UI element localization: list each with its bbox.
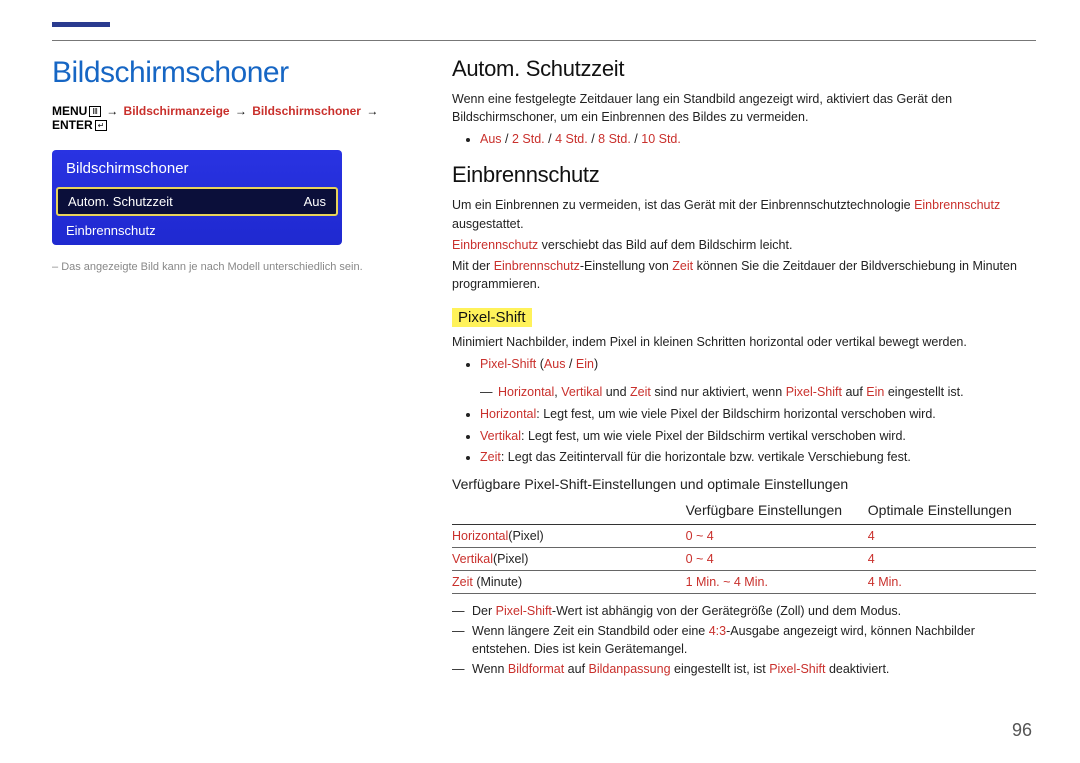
osd-menu: Bildschirmschoner Autom. Schutzzeit Aus … bbox=[52, 150, 342, 245]
page-body: Bildschirmschoner MENUⅢ → Bildschirmanze… bbox=[52, 56, 1036, 733]
table-row: Vertikal(Pixel) 0 ~ 4 4 bbox=[452, 547, 1036, 570]
arrow-icon: → bbox=[364, 104, 380, 118]
header-rule bbox=[52, 40, 1036, 41]
section-heading: Autom. Schutzzeit bbox=[452, 56, 1036, 82]
option-list: Aus / 2 Std. / 4 Std. / 8 Std. / 10 Std. bbox=[480, 130, 1036, 148]
list-item: Zeit: Legt das Zeitintervall für die hor… bbox=[480, 448, 1036, 466]
breadcrumb-item: Bildschirmanzeige bbox=[124, 104, 230, 118]
right-column: Autom. Schutzzeit Wenn eine festgelegte … bbox=[452, 56, 1036, 733]
subsection-highlight: Pixel-Shift bbox=[452, 308, 532, 327]
table-heading: Verfügbare Pixel-Shift-Einstellungen und… bbox=[452, 476, 1036, 492]
option-value: 4 Std. bbox=[555, 132, 588, 146]
osd-menu-item[interactable]: Einbrennschutz bbox=[52, 216, 342, 245]
table-header: Optimale Einstellungen bbox=[868, 498, 1036, 525]
inline-note: Horizontal, Vertikal und Zeit sind nur a… bbox=[452, 383, 1036, 401]
footnote: Wenn Bildformat auf Bildanpassung einges… bbox=[452, 660, 1036, 678]
section-heading: Einbrennschutz bbox=[452, 162, 1036, 188]
arrow-icon: → bbox=[104, 104, 120, 118]
breadcrumb-menu: MENU bbox=[52, 104, 87, 118]
section-paragraph: Minimiert Nachbilder, indem Pixel in kle… bbox=[452, 333, 1036, 351]
section-paragraph: Um ein Einbrennen zu vermeiden, ist das … bbox=[452, 196, 1036, 232]
table-row: Zeit (Minute) 1 Min. ~ 4 Min. 4 Min. bbox=[452, 570, 1036, 593]
left-column: Bildschirmschoner MENUⅢ → Bildschirmanze… bbox=[52, 56, 422, 733]
list-item: Vertikal: Legt fest, um wie viele Pixel … bbox=[480, 427, 1036, 445]
section-paragraph: Wenn eine festgelegte Zeitdauer lang ein… bbox=[452, 90, 1036, 126]
footnote: Wenn längere Zeit ein Standbild oder ein… bbox=[452, 622, 1036, 658]
breadcrumb-enter: ENTER bbox=[52, 118, 93, 132]
header-accent-bar bbox=[52, 22, 110, 27]
arrow-icon: → bbox=[233, 104, 249, 118]
option-value: Aus bbox=[480, 132, 502, 146]
option-value: 10 Std. bbox=[641, 132, 681, 146]
list-item: Pixel-Shift (Aus / Ein) bbox=[480, 355, 1036, 373]
osd-menu-title: Bildschirmschoner bbox=[52, 150, 342, 187]
settings-table: Verfügbare Einstellungen Optimale Einste… bbox=[452, 498, 1036, 594]
enter-icon: ↵ bbox=[95, 120, 108, 131]
osd-item-value: Aus bbox=[304, 194, 326, 209]
page-number: 96 bbox=[1012, 720, 1032, 741]
table-row: Horizontal(Pixel) 0 ~ 4 4 bbox=[452, 524, 1036, 547]
osd-item-label: Einbrennschutz bbox=[66, 223, 156, 238]
option-value: 2 Std. bbox=[512, 132, 545, 146]
breadcrumb: MENUⅢ → Bildschirmanzeige → Bildschirmsc… bbox=[52, 104, 422, 132]
footnote: Der Pixel-Shift-Wert ist abhängig von de… bbox=[452, 602, 1036, 620]
figure-caption: Das angezeigte Bild kann je nach Modell … bbox=[52, 261, 422, 273]
breadcrumb-item: Bildschirmschoner bbox=[252, 104, 361, 118]
section-paragraph: Einbrennschutz verschiebt das Bild auf d… bbox=[452, 236, 1036, 254]
table-header bbox=[452, 498, 686, 525]
menu-icon: Ⅲ bbox=[89, 106, 101, 117]
option-value: 8 Std. bbox=[598, 132, 631, 146]
osd-item-label: Autom. Schutzzeit bbox=[68, 194, 173, 209]
table-header: Verfügbare Einstellungen bbox=[686, 498, 868, 525]
osd-menu-item-selected[interactable]: Autom. Schutzzeit Aus bbox=[56, 187, 338, 216]
section-paragraph: Mit der Einbrennschutz-Einstellung von Z… bbox=[452, 257, 1036, 293]
page-title: Bildschirmschoner bbox=[52, 56, 422, 90]
list-item: Horizontal: Legt fest, um wie viele Pixe… bbox=[480, 405, 1036, 423]
